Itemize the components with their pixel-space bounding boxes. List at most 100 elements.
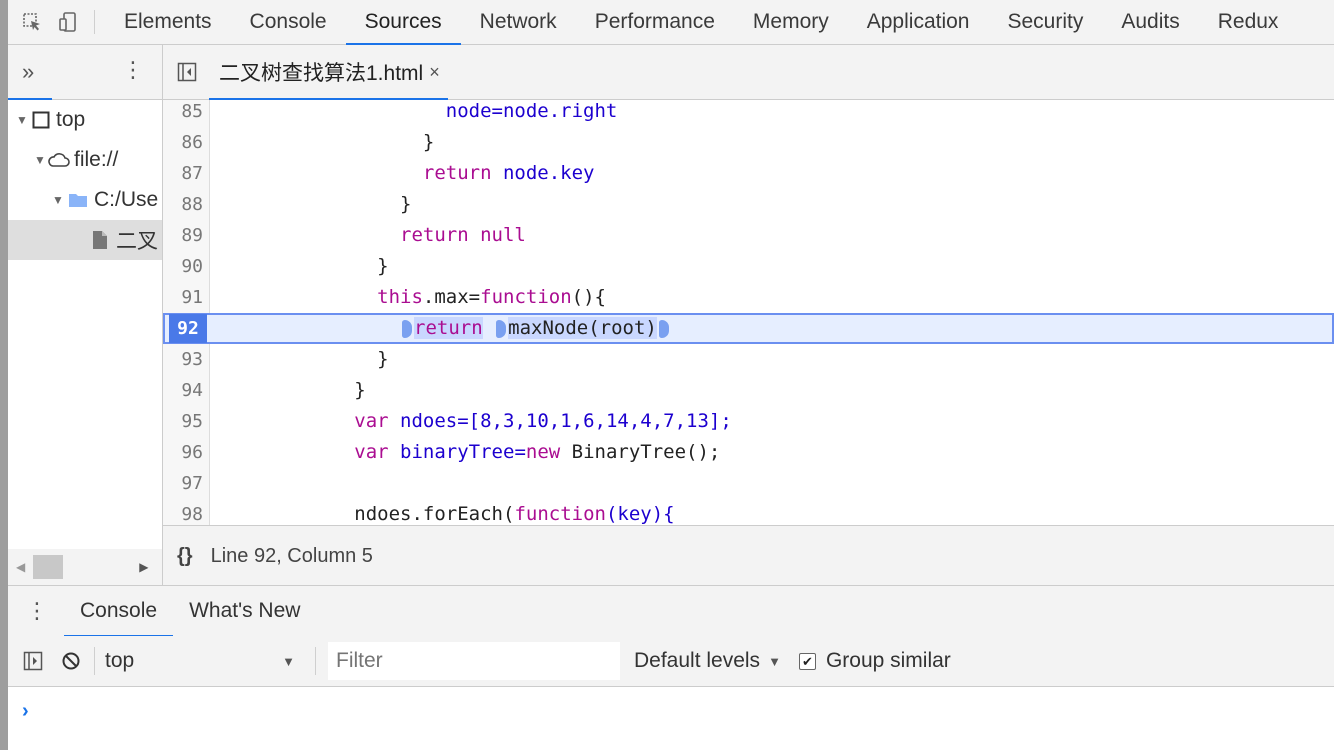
code-text: } xyxy=(354,379,366,401)
line-number[interactable]: 87 xyxy=(163,158,203,189)
code-line[interactable]: 94 } xyxy=(163,375,1334,406)
show-sidebar-icon[interactable] xyxy=(20,648,46,674)
navigator-header: » ⋮ xyxy=(8,45,162,100)
scroll-left-icon[interactable]: ◀ xyxy=(16,560,25,574)
context-value: top xyxy=(105,649,135,672)
scrollbar-thumb[interactable] xyxy=(33,555,64,579)
code-line[interactable]: 98 ndoes.forEach(function(key){ xyxy=(163,499,1334,525)
frame-icon xyxy=(32,111,50,129)
inline-breakpoint-icon[interactable] xyxy=(658,319,669,338)
tab-audits[interactable]: Audits xyxy=(1102,0,1198,44)
expand-caret-icon[interactable]: ▼ xyxy=(16,113,30,127)
navigator-menu-icon[interactable]: ⋮ xyxy=(122,59,144,81)
log-levels-label: Default levels xyxy=(634,649,761,672)
group-similar-toggle[interactable]: ✔ Group similar xyxy=(798,649,951,673)
line-number[interactable]: 98 xyxy=(163,499,203,525)
tree-item-folder[interactable]: ▼ C:/Use xyxy=(8,180,162,220)
tab-elements[interactable]: Elements xyxy=(105,0,231,44)
code-line[interactable]: 95 var ndoes=[8,3,10,1,6,14,4,7,13]; xyxy=(163,406,1334,437)
line-number[interactable]: 90 xyxy=(163,251,203,282)
toolbar-separator xyxy=(94,10,95,34)
code-text: this.max=function(){ xyxy=(377,286,606,308)
code-text: } xyxy=(377,255,389,277)
tab-console[interactable]: Console xyxy=(231,0,346,44)
scroll-right-icon[interactable]: ▶ xyxy=(139,560,148,574)
tab-performance[interactable]: Performance xyxy=(576,0,734,44)
dropdown-arrow-icon: ▼ xyxy=(768,653,781,669)
more-tabs-button[interactable]: » xyxy=(22,59,34,85)
code-text: } xyxy=(422,131,435,153)
editor-file-tab[interactable]: 二叉树查找算法1.html × xyxy=(209,45,448,100)
expand-caret-icon[interactable]: ▼ xyxy=(52,193,66,207)
editor-tab-strip: 二叉树查找算法1.html × xyxy=(163,45,1334,100)
tab-security[interactable]: Security xyxy=(988,0,1102,44)
line-number[interactable]: 94 xyxy=(163,375,203,406)
code-line[interactable]: 91 this.max=function(){ xyxy=(163,282,1334,313)
code-line[interactable]: 97 xyxy=(163,468,1334,499)
code-line[interactable]: 85 node=node.right xyxy=(163,100,1334,127)
file-navigator: » ⋮ ▼ top ▼ file:// ▼ C:/Use 二叉 ◀ ▶ xyxy=(8,45,163,585)
execution-context-select[interactable]: top ▼ xyxy=(105,649,305,673)
code-line[interactable]: 88 } xyxy=(163,189,1334,220)
inspect-element-icon[interactable] xyxy=(20,10,44,34)
code-line[interactable]: 96 var binaryTree=new BinaryTree(); xyxy=(163,437,1334,468)
code-line[interactable]: 87 return node.key xyxy=(163,158,1334,189)
current-execution-line[interactable]: 92 return maxNode(root) xyxy=(163,313,1334,344)
code-text: node=node.right xyxy=(445,100,618,122)
code-text: return node.key xyxy=(422,162,595,184)
tab-redux[interactable]: Redux xyxy=(1199,0,1298,44)
console-prompt[interactable]: › xyxy=(22,700,29,723)
navigator-horizontal-scrollbar[interactable]: ◀ ▶ xyxy=(8,549,162,585)
line-number[interactable]: 86 xyxy=(163,127,203,158)
inline-breakpoint-icon[interactable] xyxy=(402,319,413,338)
code-text: ndoes.forEach(function(key){ xyxy=(354,503,675,525)
drawer-tab-strip: ⋮ Console What's New xyxy=(8,585,1334,637)
tree-item-label: file:// xyxy=(74,148,119,171)
line-number[interactable]: 89 xyxy=(163,220,203,251)
tab-application[interactable]: Application xyxy=(848,0,989,44)
window-edge xyxy=(0,0,8,750)
toolbar-separator xyxy=(94,647,95,675)
navigator-active-underline xyxy=(8,98,52,100)
line-number[interactable]: 91 xyxy=(163,282,203,313)
tree-item-file[interactable]: ▼ file:// xyxy=(8,140,162,180)
drawer-tab-console[interactable]: Console xyxy=(64,586,174,637)
code-line[interactable]: 90 } xyxy=(163,251,1334,282)
close-tab-icon[interactable]: × xyxy=(429,62,440,83)
editor-status-bar: {} Line 92, Column 5 xyxy=(163,525,1334,586)
tree-item-top[interactable]: ▼ top xyxy=(8,100,162,140)
group-similar-checkbox[interactable]: ✔ xyxy=(798,652,816,670)
tab-network[interactable]: Network xyxy=(461,0,576,44)
line-number[interactable]: 88 xyxy=(163,189,203,220)
clear-console-icon[interactable] xyxy=(58,648,84,674)
tab-sources[interactable]: Sources xyxy=(345,0,461,45)
file-tab-label: 二叉树查找算法1.html xyxy=(219,62,424,85)
inline-breakpoint-icon[interactable] xyxy=(496,319,507,338)
toggle-navigator-icon[interactable] xyxy=(177,62,197,82)
code-line[interactable]: 86 } xyxy=(163,127,1334,158)
console-toolbar: top ▼ Default levels ▼ ✔ Group similar xyxy=(8,636,1334,687)
drawer-menu-icon[interactable]: ⋮ xyxy=(26,598,48,624)
line-number[interactable]: 93 xyxy=(163,344,203,375)
line-number[interactable]: 97 xyxy=(163,468,203,499)
line-number[interactable]: 96 xyxy=(163,437,203,468)
breakpoint-line-number[interactable]: 92 xyxy=(169,314,207,343)
code-text: } xyxy=(377,348,389,370)
drawer-tab-whats-new[interactable]: What's New xyxy=(173,586,316,636)
line-number[interactable]: 85 xyxy=(163,100,203,127)
log-levels-dropdown[interactable]: Default levels ▼ xyxy=(634,649,781,673)
code-line[interactable]: 89 return null xyxy=(163,220,1334,251)
code-editor[interactable]: 85 node=node.right 86 } 87 return node.k… xyxy=(163,100,1334,525)
device-toolbar-icon[interactable] xyxy=(56,10,80,34)
line-number[interactable]: 95 xyxy=(163,406,203,437)
tree-item-label: C:/Use xyxy=(94,188,159,211)
cloud-icon xyxy=(48,152,70,168)
pretty-print-button[interactable]: {} xyxy=(177,545,193,568)
expand-caret-icon[interactable]: ▼ xyxy=(34,153,48,167)
tab-memory[interactable]: Memory xyxy=(734,0,848,44)
code-line[interactable]: 93 } xyxy=(163,344,1334,375)
devtools-toolbar: Elements Console Sources Network Perform… xyxy=(8,0,1334,45)
console-filter-input[interactable] xyxy=(328,642,620,680)
tree-item-html-file[interactable]: 二叉 xyxy=(8,220,162,260)
code-text: return null xyxy=(400,224,526,246)
